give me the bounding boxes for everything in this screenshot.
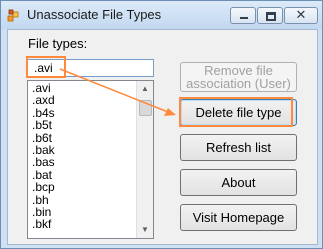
listbox-scrollbar[interactable]: ▲ ▼ (136, 81, 153, 238)
close-button[interactable]: ✕ (284, 7, 318, 24)
annotation-highlight-delete (179, 97, 293, 127)
annotation-highlight-input (26, 56, 66, 78)
close-icon: ✕ (295, 7, 307, 22)
client-area: File types: .avi.axd.b4s.b5t.b6t.bak.bas… (7, 29, 318, 245)
minimize-button[interactable] (230, 7, 256, 24)
maximize-button[interactable] (257, 7, 283, 24)
list-item[interactable]: .bas (32, 156, 55, 169)
refresh-list-button[interactable]: Refresh list (180, 134, 297, 161)
file-types-list: .avi .axd .b4s .b5t .b6t .bak .bas .bat .bcp .bh.… (32, 82, 55, 231)
list-item[interactable]: .bkf (32, 218, 55, 231)
title-bar[interactable]: Unassociate File Types ✕ (1, 1, 322, 29)
file-types-label: File types: (28, 36, 88, 51)
minimize-icon (240, 17, 248, 19)
window-title: Unassociate File Types (27, 7, 162, 22)
list-item[interactable]: .axd (32, 94, 55, 107)
scroll-thumb[interactable] (139, 100, 152, 116)
app-icon (7, 9, 19, 22)
list-item[interactable]: .b5t (32, 119, 55, 132)
about-button[interactable]: About (180, 169, 297, 196)
scroll-up-icon[interactable]: ▲ (137, 81, 153, 97)
maximize-icon (266, 12, 276, 21)
app-window: Unassociate File Types ✕ File types: .av… (0, 0, 323, 249)
remove-association-button[interactable]: Remove file association (User) (180, 62, 297, 92)
scroll-down-icon[interactable]: ▼ (137, 222, 153, 238)
list-item[interactable]: .bcp (32, 181, 55, 194)
visit-homepage-button[interactable]: Visit Homepage (180, 204, 297, 231)
file-types-listbox[interactable]: .avi .axd .b4s .b5t .b6t .bak .bas .bat .bcp .bh.… (27, 80, 154, 239)
